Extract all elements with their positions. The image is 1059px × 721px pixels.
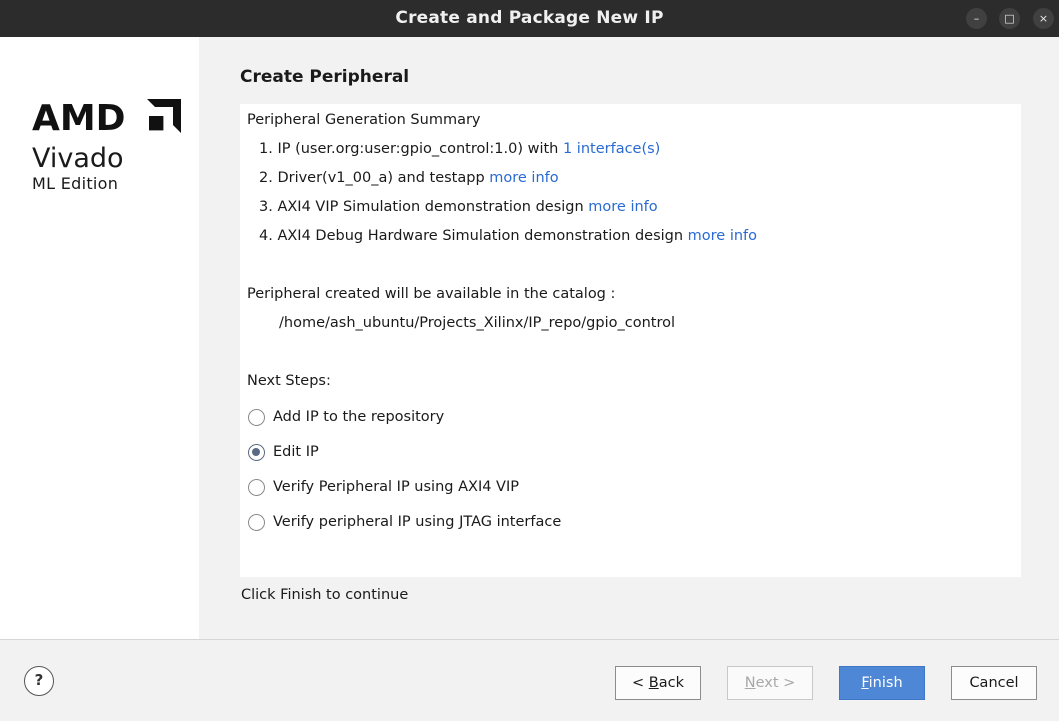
interfaces-link[interactable]: 1 interface(s) [563,141,660,157]
summary-item: 3. AXI4 VIP Simulation demonstration des… [259,199,658,215]
radio-button[interactable] [248,513,265,531]
catalog-path: /home/ash_ubuntu/Projects_Xilinx/IP_repo… [279,315,675,331]
title-bar: Create and Package New IP – □ × [0,0,1059,37]
maximize-icon[interactable]: □ [999,8,1020,29]
summary-item: 4. AXI4 Debug Hardware Simulation demons… [259,228,757,244]
radio-button[interactable] [248,478,265,496]
summary-panel: Peripheral Generation Summary 1. IP (use… [240,104,1021,577]
summary-item-text: 4. AXI4 Debug Hardware Simulation demons… [259,228,684,244]
back-rest: ack [658,675,684,691]
summary-item-text: 2. Driver(v1_00_a) and testapp [259,170,485,186]
radio-verify-jtag[interactable]: Verify peripheral IP using JTAG interfac… [248,511,561,533]
back-button[interactable]: < Back [615,666,701,700]
continue-hint: Click Finish to continue [241,587,409,603]
radio-button-selected[interactable] [248,443,265,461]
radio-add-ip[interactable]: Add IP to the repository [248,406,444,428]
cancel-button[interactable]: Cancel [951,666,1037,700]
more-info-link[interactable]: more info [489,170,558,186]
radio-verify-axi4-vip[interactable]: Verify Peripheral IP using AXI4 VIP [248,476,519,498]
finish-rest: inish [868,675,903,691]
summary-heading: Peripheral Generation Summary [247,112,481,128]
next-button[interactable]: Next > [727,666,813,700]
radio-label: Edit IP [273,444,319,460]
next-mnemonic: N [744,675,756,691]
brand-line2: ML Edition [32,174,119,193]
brand-line1: Vivado [32,143,124,174]
window-title: Create and Package New IP [395,8,664,28]
summary-item-text: 3. AXI4 VIP Simulation demonstration des… [259,199,584,215]
help-icon[interactable]: ? [24,666,54,696]
next-steps-label: Next Steps: [247,373,331,389]
summary-item: 2. Driver(v1_00_a) and testapp more info [259,170,559,186]
amd-logo: AMD [32,98,181,135]
svg-text:AMD: AMD [32,98,126,135]
next-rest: ext > [755,675,796,691]
page-title: Create Peripheral [240,67,410,87]
finish-button[interactable]: Finish [839,666,925,700]
sidebar: AMD Vivado ML Edition [0,37,199,639]
summary-item-text: 1. IP (user.org:user:gpio_control:1.0) w… [259,141,559,157]
back-mnemonic: B [648,675,659,691]
radio-edit-ip[interactable]: Edit IP [248,441,319,463]
finish-mnemonic: F [861,675,869,691]
radio-label: Add IP to the repository [273,409,445,425]
footer: ? < Back Next > Finish Cancel [0,639,1059,721]
main-content: Create Peripheral Peripheral Generation … [199,37,1059,639]
radio-label: Verify Peripheral IP using AXI4 VIP [273,479,519,495]
catalog-label: Peripheral created will be available in … [247,286,616,302]
radio-label: Verify peripheral IP using JTAG interfac… [273,514,562,530]
more-info-link[interactable]: more info [688,228,757,244]
radio-button[interactable] [248,408,265,426]
minimize-icon[interactable]: – [966,8,987,29]
back-prefix: < [632,675,649,691]
summary-item: 1. IP (user.org:user:gpio_control:1.0) w… [259,141,660,157]
more-info-link[interactable]: more info [588,199,657,215]
close-icon[interactable]: × [1033,8,1054,29]
